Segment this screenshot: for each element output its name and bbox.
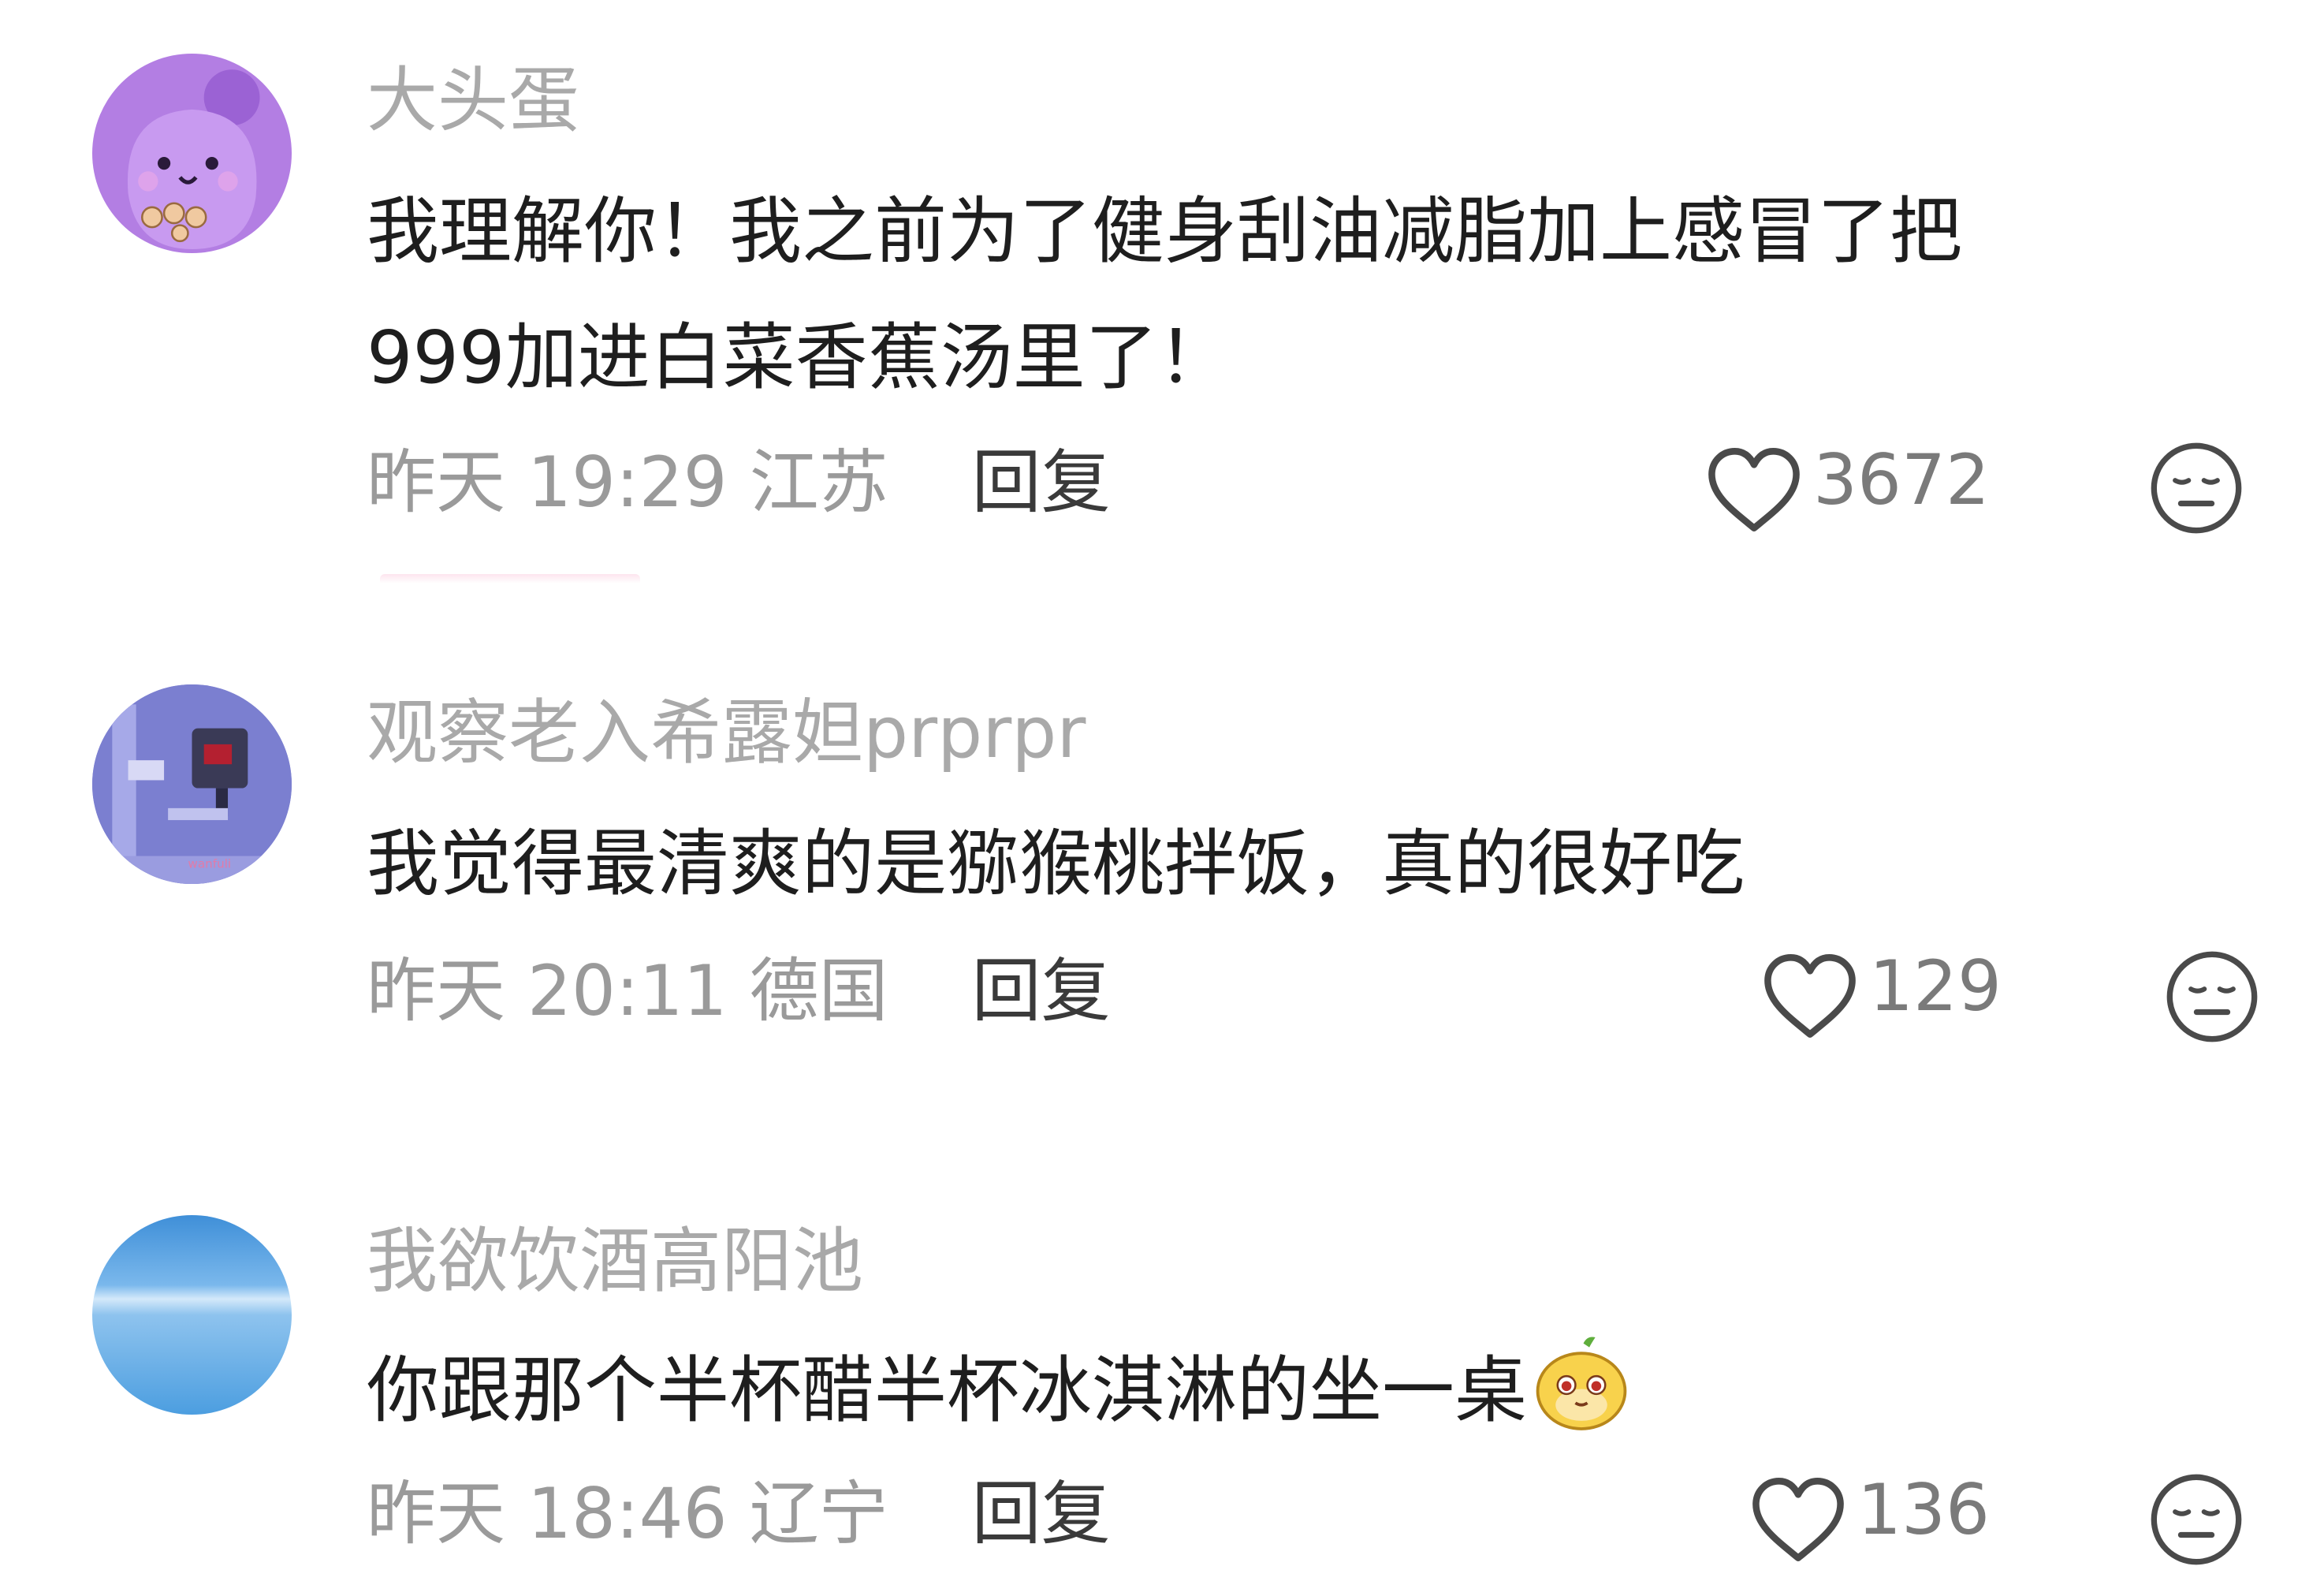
robot-photo-avatar-icon: wanfuli <box>92 684 292 884</box>
like-count: 3672 <box>1813 439 1990 520</box>
comment-text-line: 你跟那个半杯醋半杯冰淇淋的坐一桌 <box>367 1328 2227 1454</box>
timestamp: 昨天 19:29 <box>367 442 728 523</box>
username[interactable]: 观察老入希露妲prprpr <box>367 694 1086 773</box>
comment-text: 我理解你！我之前为了健身刮油减脂加上感冒了把 999加进白菜香蕉汤里了！ <box>367 169 2227 421</box>
comment-meta: 昨天 19:29 江苏 回复 <box>367 439 1111 526</box>
like-button[interactable]: 3672 <box>1706 438 1990 541</box>
comment-meta: 昨天 18:46 辽宁 回复 <box>367 1471 1111 1557</box>
comment-text: 我觉得最清爽的是猕猴桃拌饭，真的很好吃 <box>367 801 2227 927</box>
dislike-button[interactable] <box>2148 440 2244 536</box>
comment-text-line: 999加进白菜香蕉汤里了！ <box>367 315 1231 400</box>
timestamp: 昨天 20:11 <box>367 950 728 1031</box>
avatar[interactable] <box>92 1215 292 1415</box>
like-count: 129 <box>1869 945 2002 1027</box>
sky-photo-avatar-icon <box>92 1215 292 1415</box>
svg-text:wanfuli: wanfuli <box>188 857 231 871</box>
heart-outline-icon <box>1764 954 1856 1038</box>
username[interactable]: 大头蛋 <box>367 62 579 140</box>
reply-button[interactable]: 回复 <box>972 442 1111 523</box>
dislike-button[interactable] <box>2164 949 2260 1045</box>
comment-text-line: 我觉得最清爽的是猕猴桃拌饭，真的很好吃 <box>367 822 1745 906</box>
meh-face-icon <box>2166 951 2258 1042</box>
comment-text-line: 我理解你！我之前为了健身刮油减脂加上感冒了把 <box>367 189 1963 274</box>
like-button[interactable]: 136 <box>1750 1468 1990 1571</box>
heart-outline-icon <box>1752 1478 1844 1561</box>
location: 辽宁 <box>749 1473 888 1554</box>
like-button[interactable]: 129 <box>1762 945 2002 1047</box>
meh-face-icon <box>2151 442 2242 534</box>
avatar[interactable]: wanfuli <box>92 684 292 884</box>
meh-face-icon <box>2151 1474 2242 1565</box>
username[interactable]: 我欲饮酒高阳池 <box>367 1222 863 1301</box>
heart-outline-icon <box>1708 448 1800 531</box>
comment-text: 你跟那个半杯醋半杯冰淇淋的坐一桌 <box>367 1328 2227 1454</box>
location: 江苏 <box>749 442 888 523</box>
comment-text-span: 你跟那个半杯醋半杯冰淇淋的坐一桌 <box>367 1348 1528 1433</box>
avatar[interactable] <box>92 54 292 253</box>
dislike-button[interactable] <box>2148 1471 2244 1568</box>
like-count: 136 <box>1857 1469 1990 1550</box>
purple-cartoon-avatar-icon <box>92 54 292 253</box>
location: 德国 <box>749 950 888 1031</box>
reply-button[interactable]: 回复 <box>972 1473 1111 1554</box>
smirk-emoji-sticker-icon <box>1532 1333 1631 1433</box>
timestamp: 昨天 18:46 <box>367 1473 728 1554</box>
reply-button[interactable]: 回复 <box>972 950 1111 1031</box>
divider <box>380 574 640 584</box>
comment-meta: 昨天 20:11 德国 回复 <box>367 948 1111 1035</box>
